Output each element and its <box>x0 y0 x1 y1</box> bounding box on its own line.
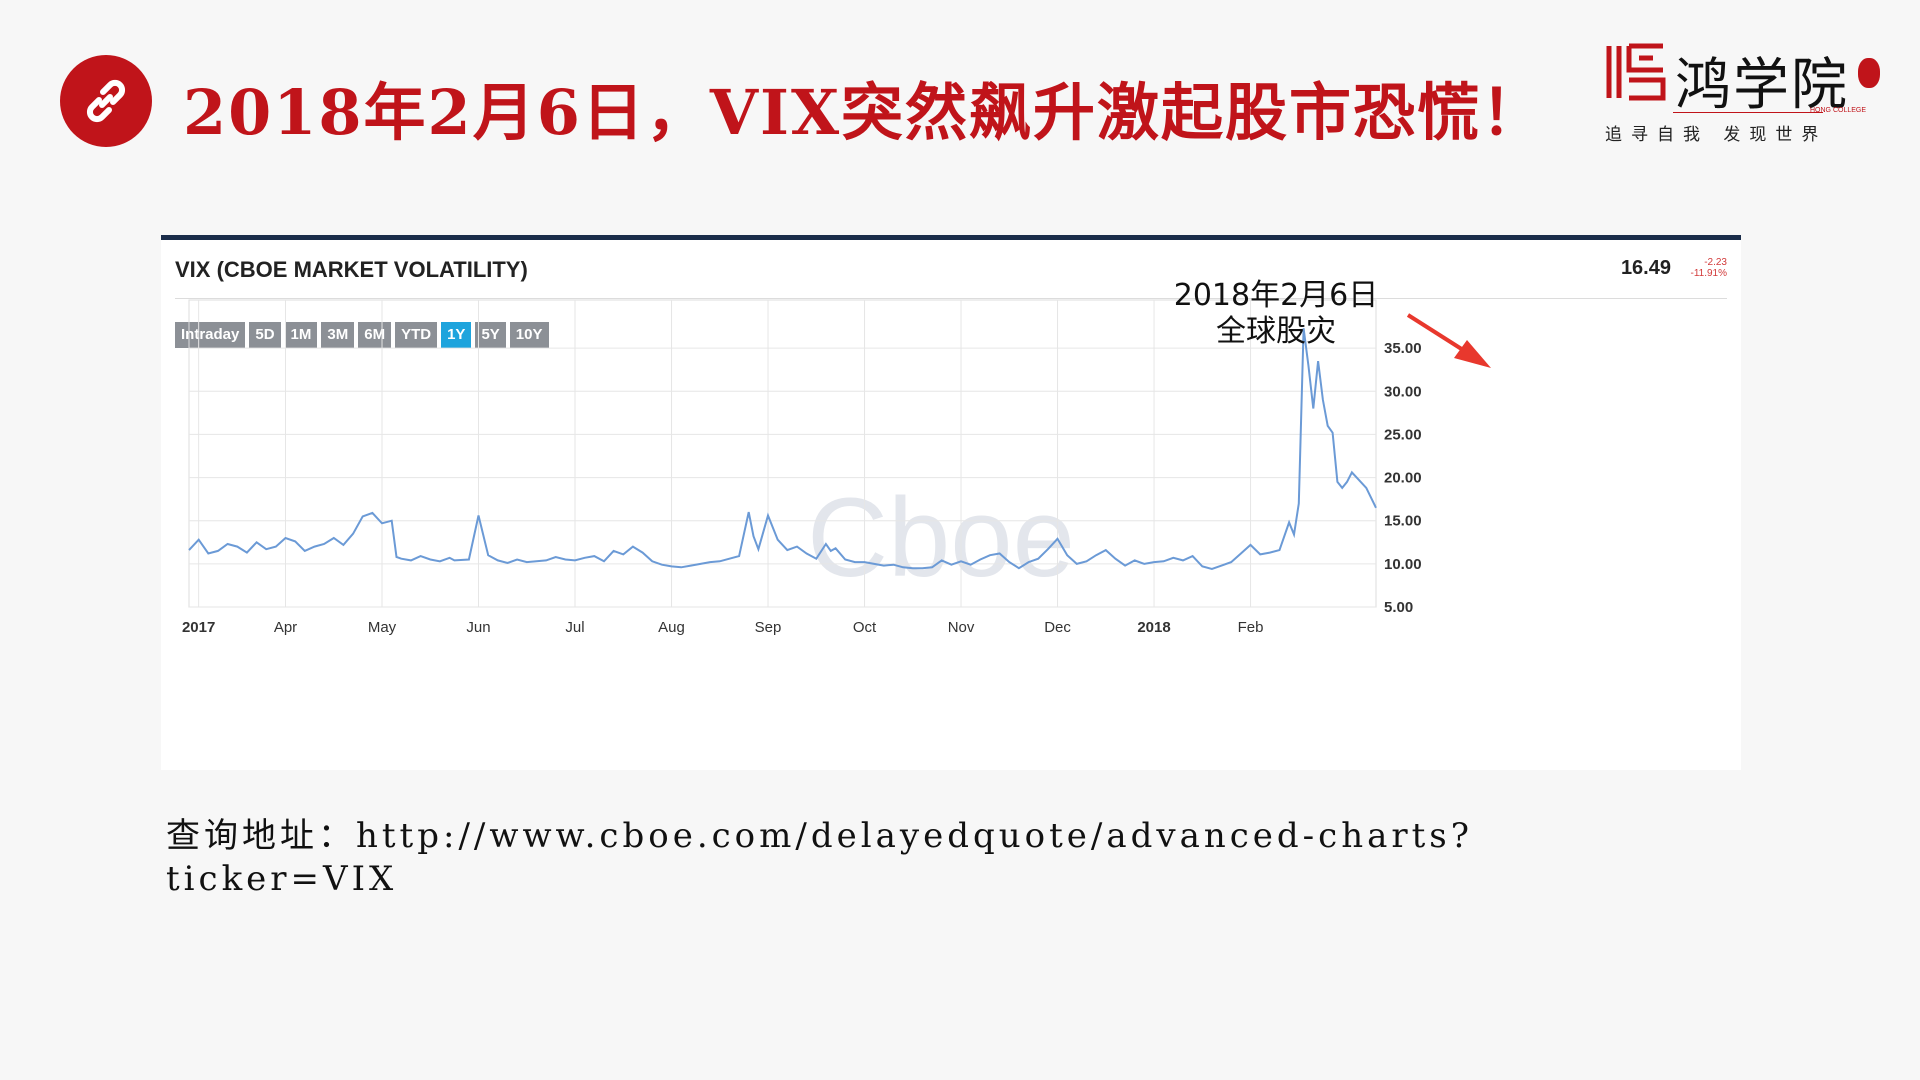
y-tick-label: 30.00 <box>1384 383 1422 400</box>
y-tick-label: 35.00 <box>1384 340 1422 357</box>
y-tick-label: 20.00 <box>1384 470 1422 487</box>
query-url[interactable]: http://www.cboe.com/delayedquote/advance… <box>166 816 1473 899</box>
college-logo: 鸿学院 HONG COLLEGE 追寻自我 发现世界 <box>1605 40 1885 145</box>
y-tick-label: 25.00 <box>1384 426 1422 443</box>
cboe-watermark: Cboe <box>807 475 1075 600</box>
y-axis-ticks: 5.00 10.00 15.00 20.00 25.00 30.00 35.00 <box>1384 340 1422 616</box>
x-tick-label: Oct <box>853 619 877 636</box>
x-tick-label: Aug <box>658 619 685 636</box>
x-tick-label: Feb <box>1238 619 1264 636</box>
x-tick-label: Jun <box>466 619 490 636</box>
vix-line-chart: Cboe 2017 Apr May Jun Jul Aug Sep Oct Nov Dec 2018… <box>182 299 1491 636</box>
logo-rule <box>1673 112 1823 113</box>
logo-mark-icon <box>1606 43 1666 101</box>
y-tick-label: 10.00 <box>1384 556 1422 573</box>
vix-series-line <box>188 328 1377 571</box>
logo-slogan: 追寻自我 发现世界 <box>1605 125 1828 145</box>
x-tick-label: Apr <box>274 619 297 636</box>
y-tick-label: 15.00 <box>1384 513 1422 530</box>
x-tick-label: 2018 <box>1137 619 1170 636</box>
query-address: 查询地址：http://www.cboe.com/delayedquote/ad… <box>166 815 1666 901</box>
logo-english: HONG COLLEGE <box>1810 107 1867 114</box>
x-tick-label: May <box>368 619 397 636</box>
query-label: 查询地址： <box>166 816 356 856</box>
x-tick-label: Dec <box>1044 619 1071 636</box>
x-axis-ticks: 2017 Apr May Jun Jul Aug Sep Oct Nov Dec 2018 Feb <box>182 619 1264 636</box>
title-badge <box>60 55 152 147</box>
x-tick-label: 2017 <box>182 619 215 636</box>
x-tick-label: Nov <box>948 619 975 636</box>
chart-panel: VIX (CBOE MARKET VOLATILITY) 16.49 -2.23… <box>161 235 1741 770</box>
x-tick-label: Sep <box>755 619 782 636</box>
page-title: 2018年2月6日，VIX突然飙升激起股市恐慌！ <box>183 76 1546 149</box>
y-tick-label: 5.00 <box>1384 599 1413 616</box>
seal-icon <box>1858 58 1880 88</box>
x-tick-label: Jul <box>565 619 584 636</box>
link-icon <box>86 79 126 123</box>
